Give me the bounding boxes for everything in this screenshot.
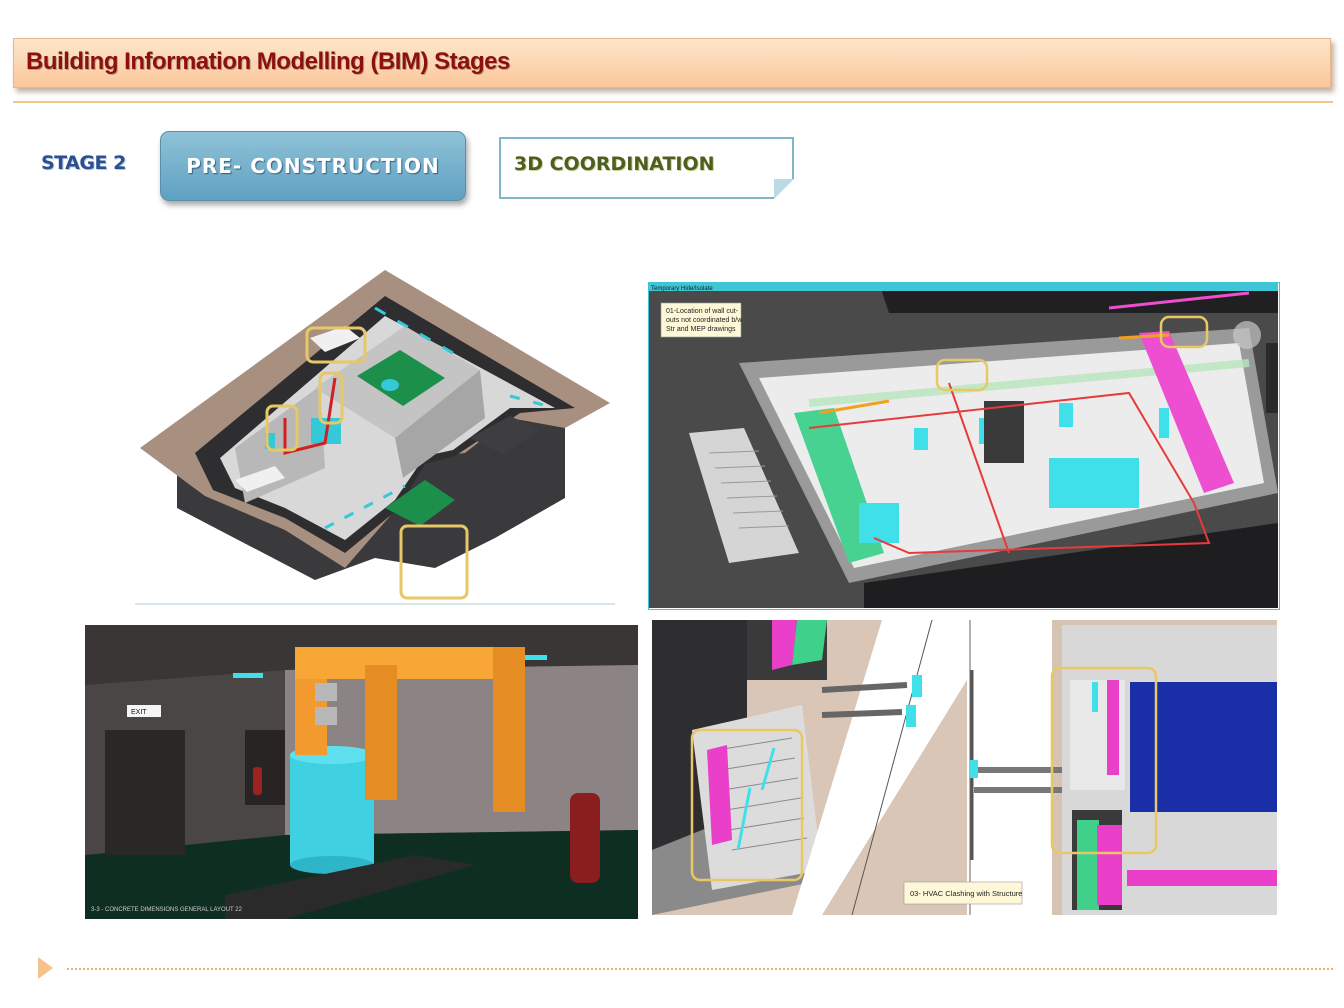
wall-cutout-note-line-3: Str and MEP drawings <box>666 326 736 333</box>
footer-arrow-icon <box>38 957 53 979</box>
coordination-box: 3D COORDINATION <box>499 137 794 199</box>
pre-construction-button[interactable]: PRE- CONSTRUCTION <box>160 131 466 201</box>
page-fold-corner <box>774 179 794 199</box>
page-title: Building Information Modelling (BIM) Sta… <box>26 48 510 75</box>
hvac-clash-note: 03- HVAC Clashing with Structure <box>910 889 1022 898</box>
wall-cutout-coordination-image: Temporary Hide/Isolate 01-Location of wa… <box>648 282 1280 610</box>
stage-label: STAGE 2 <box>41 152 126 174</box>
pre-construction-label: PRE- CONSTRUCTION <box>186 154 440 178</box>
title-divider <box>13 101 1333 103</box>
title-bar: Building Information Modelling (BIM) Sta… <box>13 38 1331 88</box>
temporary-hide-isolate-label: Temporary Hide/Isolate <box>651 286 713 292</box>
wall-cutout-note-line-2: outs not coordinated b/w <box>666 317 743 324</box>
concrete-dimensions-caption: 3-3 - CONCRETE DIMENSIONS GENERAL LAYOUT… <box>91 907 243 913</box>
coordination-label: 3D COORDINATION <box>514 153 715 175</box>
footer-dotted-divider <box>67 968 1333 970</box>
hvac-clash-plan-image: 03- HVAC Clashing with Structure <box>652 620 1277 915</box>
wall-cutout-note-line-1: 01-Location of wall cut- <box>666 308 739 315</box>
exit-sign-text: EXIT <box>131 709 147 716</box>
interior-equipment-room-image: EXIT 3-3 - CONCRETE DIMENSIONS GENERAL L… <box>85 625 638 919</box>
isometric-building-model-image <box>135 268 615 606</box>
